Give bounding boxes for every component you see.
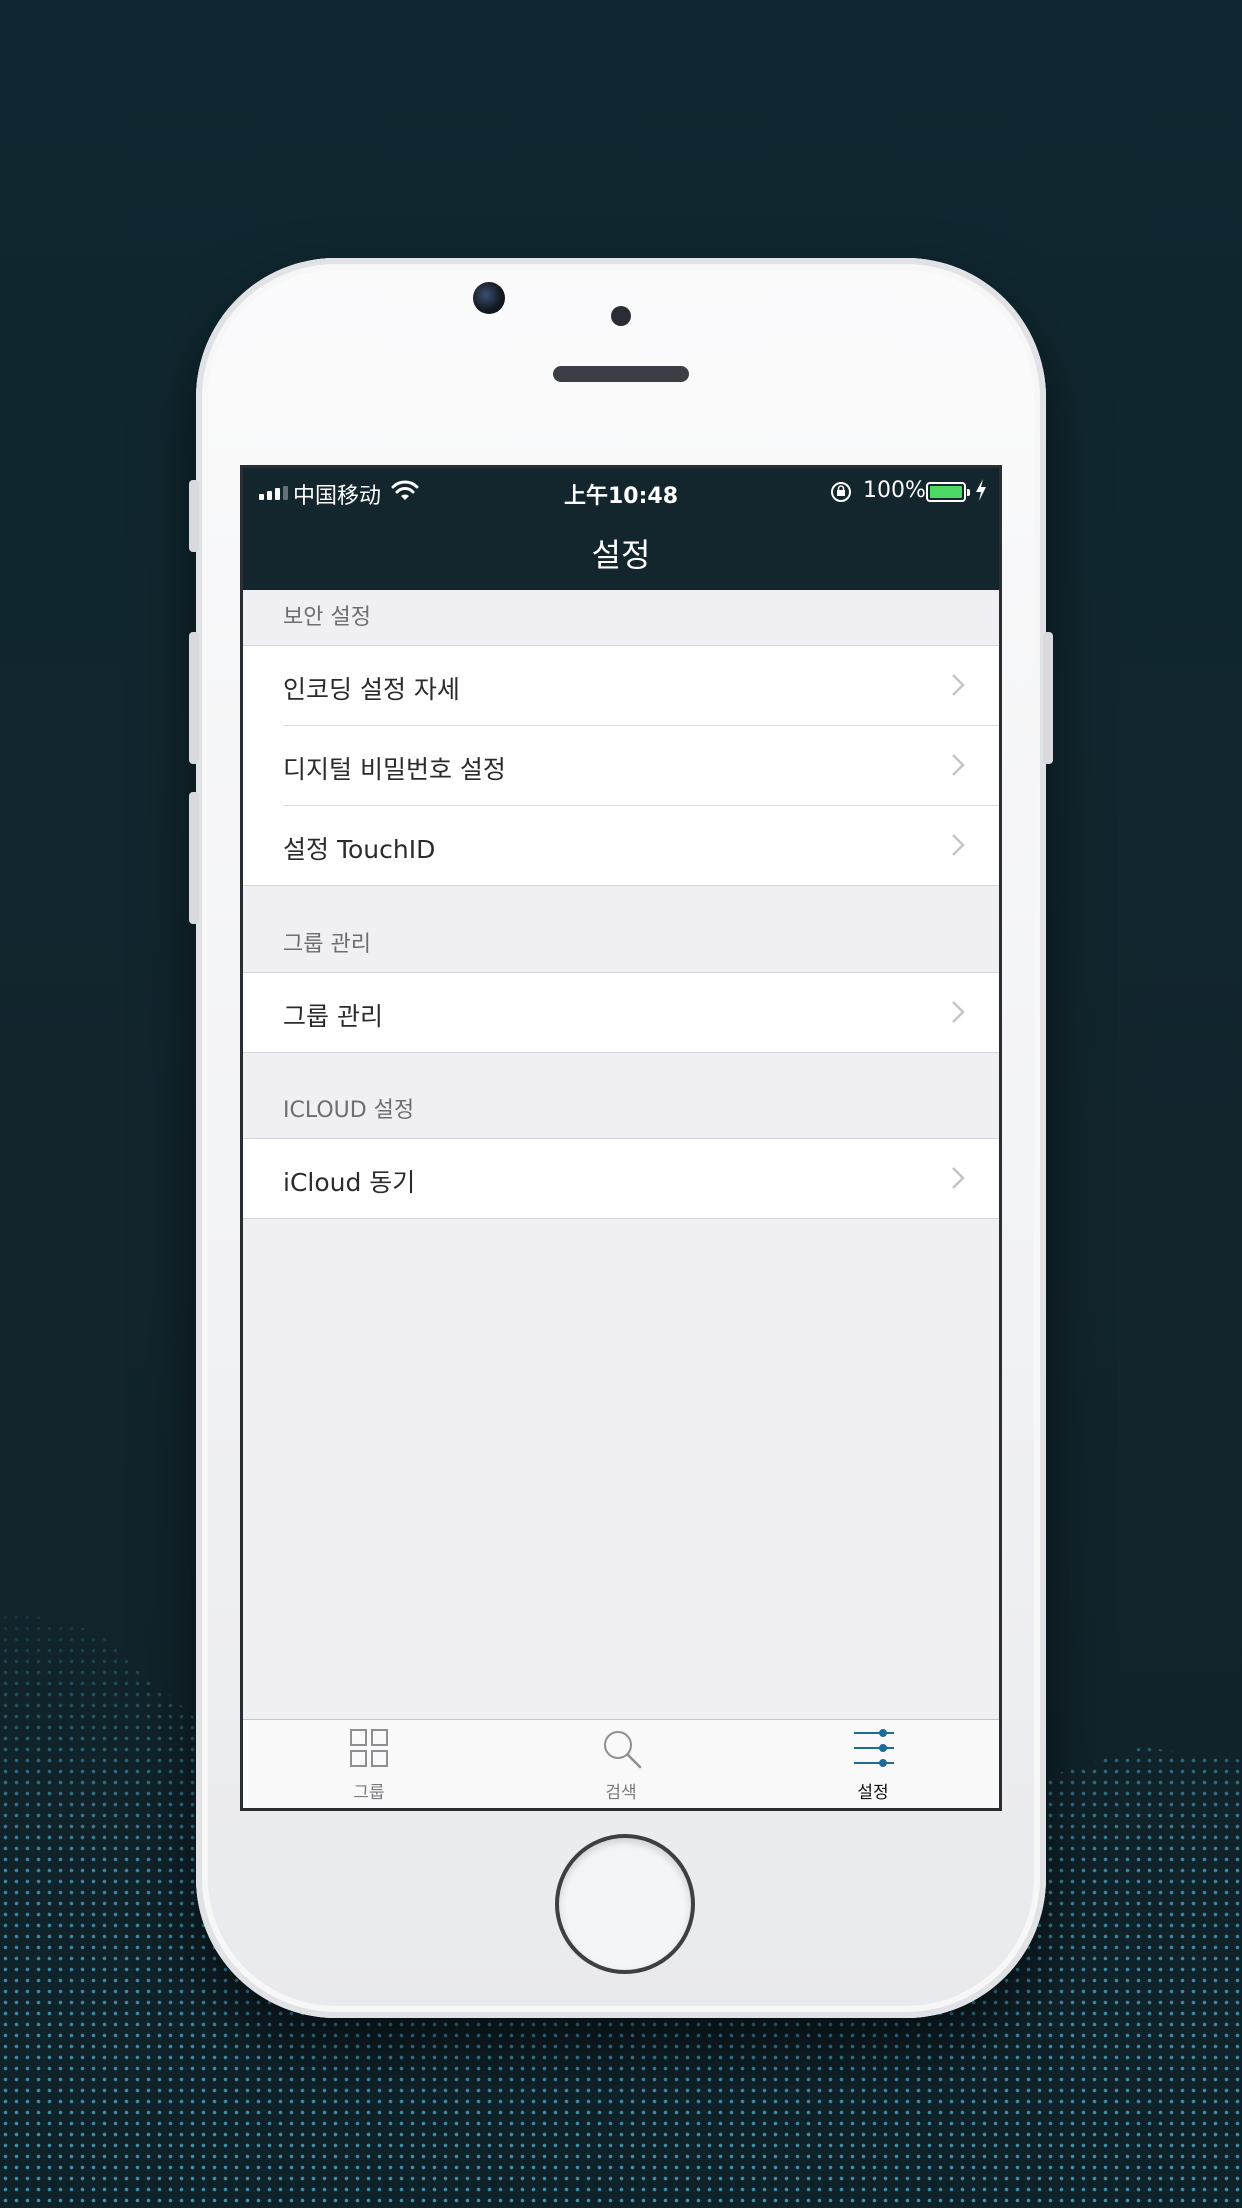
list-item-encoding-settings[interactable]: 인코딩 설정 자세	[243, 646, 999, 725]
list-item-group-management[interactable]: 그룹 관리	[243, 973, 999, 1052]
tab-bar: 그룹 검색 설정	[243, 1719, 999, 1808]
chevron-right-icon	[952, 674, 965, 696]
volume-down-button	[189, 792, 199, 924]
section-header-icloud: ICLOUD 설정	[283, 1098, 415, 1123]
mute-switch	[189, 480, 199, 552]
chevron-right-icon	[952, 754, 965, 776]
list-item-icloud-sync[interactable]: iCloud 동기	[243, 1139, 999, 1218]
power-button	[1043, 632, 1053, 764]
battery-icon	[926, 482, 970, 502]
status-bar: 中国移动 上午10:48 100%	[243, 468, 999, 516]
grid-icon	[350, 1729, 388, 1767]
security-settings-group: 인코딩 설정 자세 디지털 비밀번호 설정 설정 TouchID	[243, 645, 999, 886]
list-item-digital-password[interactable]: 디지털 비밀번호 설정	[283, 725, 999, 805]
charging-icon	[976, 479, 986, 501]
battery-percentage: 100%	[863, 478, 926, 503]
front-camera	[473, 282, 505, 314]
volume-up-button	[189, 632, 199, 764]
navigation-bar: 中国移动 上午10:48 100% 설정	[243, 468, 999, 590]
proximity-sensor	[611, 306, 631, 326]
icloud-settings-group: iCloud 동기	[243, 1138, 999, 1219]
tab-groups[interactable]: 그룹	[243, 1720, 495, 1808]
group-management-group: 그룹 관리	[243, 972, 999, 1053]
section-header-group-management: 그룹 관리	[283, 932, 371, 957]
earpiece-speaker	[553, 366, 689, 382]
tab-search[interactable]: 검색	[495, 1720, 747, 1808]
sliders-icon	[854, 1729, 894, 1767]
list-item-touchid[interactable]: 설정 TouchID	[283, 805, 999, 885]
rotation-lock-icon	[831, 482, 851, 502]
phone-screen: 中国移动 上午10:48 100% 설정 보안 설정 인코딩 설정 자세 디지털…	[243, 468, 999, 1808]
chevron-right-icon	[952, 834, 965, 856]
home-button[interactable]	[555, 1834, 695, 1974]
page-title: 설정	[591, 536, 651, 574]
search-icon	[604, 1731, 642, 1769]
section-header-security: 보안 설정	[283, 605, 371, 630]
chevron-right-icon	[952, 1001, 965, 1023]
chevron-right-icon	[952, 1167, 965, 1189]
tab-settings[interactable]: 설정	[747, 1720, 999, 1808]
